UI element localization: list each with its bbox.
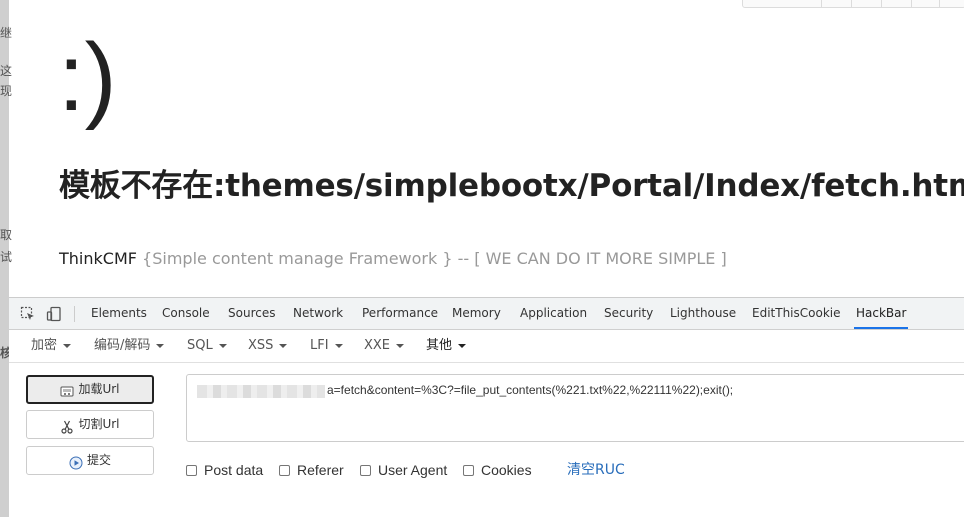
redacted-url-prefix — [197, 385, 325, 398]
error-smiley: :) — [58, 24, 117, 131]
scissors-icon — [60, 417, 74, 434]
menu-other[interactable]: 其他 — [426, 330, 467, 362]
edge-text-fragment: 取 — [0, 228, 13, 242]
referer-checkbox[interactable] — [279, 464, 290, 476]
left-page-edge: 继 这 现 取 试 核 — [0, 0, 13, 517]
cookies-label: Cookies — [481, 462, 532, 478]
post-data-option[interactable]: Post data — [186, 460, 263, 480]
menu-xss[interactable]: XSS — [248, 330, 288, 362]
submit-label: 提交 — [86, 453, 111, 467]
load-url-icon — [60, 382, 74, 396]
chevron-down-icon — [156, 343, 165, 348]
edge-text-fragment: 继 — [0, 26, 13, 40]
split-url-label: 切割Url — [78, 417, 120, 431]
post-data-checkbox[interactable] — [186, 464, 197, 476]
tab-console[interactable]: Console — [162, 298, 210, 329]
tab-elements[interactable]: Elements — [91, 298, 147, 329]
cookies-option[interactable]: Cookies — [463, 460, 532, 480]
menu-lfi-label: LFI — [310, 338, 329, 353]
split-url-button[interactable]: 切割Url — [26, 410, 154, 439]
tab-editthiscookie[interactable]: EditThisCookie — [752, 298, 841, 329]
page-title: 模板不存在:themes/simplebootx/Portal/Index/fe… — [59, 168, 964, 204]
tab-performance[interactable]: Performance — [362, 298, 438, 329]
play-circle-icon — [69, 453, 83, 469]
edge-text-fragment: 这 — [0, 64, 13, 78]
devtools-panel: Elements Console Sources Network Perform… — [9, 297, 964, 518]
referer-option[interactable]: Referer — [279, 460, 344, 480]
referer-label: Referer — [297, 462, 344, 478]
page-top-toolbar — [742, 0, 964, 8]
post-data-label: Post data — [204, 462, 264, 478]
menu-xss-label: XSS — [248, 338, 274, 353]
submit-button[interactable]: 提交 — [26, 446, 154, 475]
edge-text-fragment: 现 — [0, 84, 13, 98]
tab-memory[interactable]: Memory — [452, 298, 501, 329]
brand-slogan: {Simple content manage Framework } -- [ … — [136, 249, 727, 268]
menu-other-label: 其他 — [426, 338, 453, 353]
brand-name: ThinkCMF — [59, 249, 137, 268]
load-url-label: 加载Url — [78, 382, 120, 396]
tab-network[interactable]: Network — [293, 298, 343, 329]
tab-application[interactable]: Application — [520, 298, 587, 329]
menu-sql-label: SQL — [187, 338, 213, 353]
cookies-checkbox[interactable] — [463, 464, 474, 476]
chevron-down-icon — [218, 343, 227, 348]
framework-footer: ThinkCMF {Simple content manage Framewor… — [59, 249, 727, 268]
tab-security[interactable]: Security — [604, 298, 653, 329]
tab-lighthouse[interactable]: Lighthouse — [670, 298, 736, 329]
menu-encode-decode[interactable]: 编码/解码 — [94, 330, 165, 362]
hackbar-menu: 加密 编码/解码 SQL XSS LFI XXE 其他 — [9, 330, 964, 363]
url-textarea[interactable]: a=fetch&content=%3C?=file_put_contents(%… — [186, 374, 964, 442]
menu-encrypt[interactable]: 加密 — [31, 330, 72, 362]
edge-text-fragment: 试 — [0, 250, 13, 264]
menu-sql[interactable]: SQL — [187, 330, 227, 362]
menu-xxe-label: XXE — [364, 338, 391, 353]
load-url-button[interactable]: 加载Url — [26, 375, 154, 404]
tab-sources[interactable]: Sources — [228, 298, 275, 329]
url-value: a=fetch&content=%3C?=file_put_contents(%… — [327, 383, 734, 397]
chevron-down-icon — [458, 343, 467, 348]
user-agent-label: User Agent — [378, 462, 448, 478]
chevron-down-icon — [279, 343, 288, 348]
user-agent-option[interactable]: User Agent — [360, 460, 447, 480]
menu-xxe[interactable]: XXE — [364, 330, 405, 362]
menu-lfi[interactable]: LFI — [310, 330, 343, 362]
device-toolbar-icon[interactable] — [46, 306, 62, 322]
clear-ruc-link[interactable]: 清空RUC — [567, 460, 625, 480]
chevron-down-icon — [334, 343, 343, 348]
user-agent-checkbox[interactable] — [360, 464, 371, 476]
menu-encode-decode-label: 编码/解码 — [94, 338, 151, 353]
tab-divider — [74, 306, 75, 322]
tab-hackbar[interactable]: HackBar — [854, 298, 909, 329]
chevron-down-icon — [63, 343, 72, 348]
devtools-tab-bar: Elements Console Sources Network Perform… — [9, 298, 964, 330]
inspect-element-icon[interactable] — [20, 306, 36, 322]
menu-encrypt-label: 加密 — [31, 338, 58, 353]
chevron-down-icon — [396, 343, 405, 348]
